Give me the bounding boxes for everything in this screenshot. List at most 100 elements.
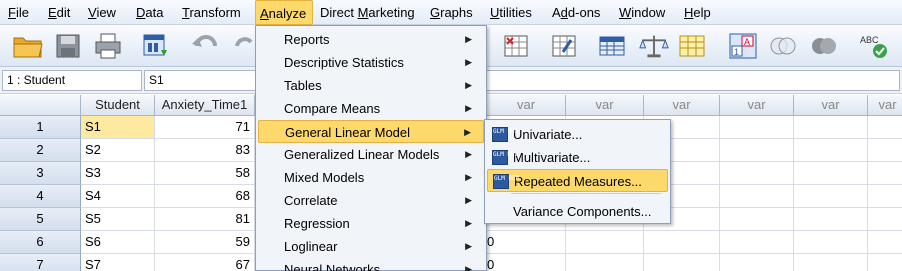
menu-window[interactable]: Window xyxy=(619,0,665,25)
column-header-var[interactable]: var xyxy=(566,95,644,116)
menu-view[interactable]: View xyxy=(88,0,116,25)
cell-empty[interactable] xyxy=(720,185,794,208)
glm-item-repeated-measures[interactable]: GLM REP Repeated Measures... xyxy=(487,169,668,192)
value-labels-icon[interactable]: A1 xyxy=(727,31,759,61)
show-all-variables-icon[interactable] xyxy=(808,31,840,61)
row-header[interactable]: 1 xyxy=(0,116,81,139)
cell-anxiety-time1[interactable]: 67 xyxy=(155,254,255,271)
cell-empty[interactable] xyxy=(868,185,902,208)
analyze-item-reports[interactable]: Reports ▶ xyxy=(258,28,484,51)
analyze-item-descriptive-statistics[interactable]: Descriptive Statistics ▶ xyxy=(258,51,484,74)
cell-empty[interactable] xyxy=(720,254,794,271)
menu-analyze[interactable]: Analyze xyxy=(255,0,313,25)
spss-data-editor: File Edit View Data Transform Analyze Direct M… xyxy=(0,0,902,271)
cell-empty[interactable] xyxy=(868,254,902,271)
cell-student[interactable]: S1 xyxy=(81,116,155,139)
row-header[interactable]: 4 xyxy=(0,185,81,208)
cell-empty[interactable] xyxy=(644,254,720,271)
cell-empty[interactable] xyxy=(720,162,794,185)
open-icon[interactable] xyxy=(12,31,44,61)
cell-student[interactable]: S5 xyxy=(81,208,155,231)
column-header-var[interactable]: var xyxy=(487,95,566,116)
glm-item-variance-components[interactable]: Variance Components... xyxy=(487,200,668,223)
row-header[interactable]: 2 xyxy=(0,139,81,162)
menu-transform[interactable]: Transform xyxy=(182,0,241,25)
row-header[interactable]: 7 xyxy=(0,254,81,271)
analyze-item-tables[interactable]: Tables ▶ xyxy=(258,74,484,97)
cell-empty[interactable] xyxy=(868,208,902,231)
cell-empty[interactable] xyxy=(794,162,868,185)
cell-empty[interactable] xyxy=(794,139,868,162)
cell-empty[interactable] xyxy=(868,231,902,254)
cell-empty[interactable] xyxy=(794,254,868,271)
cell-empty[interactable] xyxy=(794,116,868,139)
menu-help[interactable]: Help xyxy=(684,0,711,25)
weight-cases-icon[interactable] xyxy=(676,31,708,61)
undo-icon[interactable] xyxy=(190,31,222,61)
cell-empty[interactable] xyxy=(794,208,868,231)
cell-student[interactable]: S6 xyxy=(81,231,155,254)
cell-reference-field[interactable]: 1 : Student xyxy=(2,70,142,91)
cell-anxiety-time1[interactable]: 68 xyxy=(155,185,255,208)
cell-empty[interactable] xyxy=(794,231,868,254)
use-variable-sets-icon[interactable] xyxy=(767,31,799,61)
print-icon[interactable] xyxy=(92,31,124,61)
spelling-icon[interactable]: ABC xyxy=(858,31,890,61)
glm-item-multivariate[interactable]: GLM MUL Multivariate... xyxy=(487,146,668,169)
cell-student[interactable]: S4 xyxy=(81,185,155,208)
save-icon[interactable] xyxy=(52,31,84,61)
cell-empty[interactable] xyxy=(720,116,794,139)
dialog-recall-icon[interactable] xyxy=(140,31,172,61)
cell-anxiety-time1[interactable]: 81 xyxy=(155,208,255,231)
analyze-item-general-linear-model[interactable]: General Linear Model ▶ xyxy=(258,120,484,143)
row-header[interactable]: 5 xyxy=(0,208,81,231)
goto-case-icon[interactable] xyxy=(500,31,532,61)
menu-graphs[interactable]: Graphs xyxy=(430,0,473,25)
menu-edit[interactable]: Edit xyxy=(48,0,70,25)
goto-variable-icon[interactable] xyxy=(548,31,580,61)
analyze-item-correlate[interactable]: Correlate ▶ xyxy=(258,189,484,212)
split-file-icon[interactable] xyxy=(638,31,670,61)
cell-anxiety-time1[interactable]: 59 xyxy=(155,231,255,254)
cell-empty[interactable] xyxy=(566,254,644,271)
cell-empty[interactable] xyxy=(868,162,902,185)
variables-icon[interactable] xyxy=(596,31,628,61)
column-header-var[interactable]: var xyxy=(644,95,720,116)
cell-empty[interactable] xyxy=(720,139,794,162)
cell-student[interactable]: S3 xyxy=(81,162,155,185)
column-header-var[interactable]: var xyxy=(720,95,794,116)
cell-partial-value[interactable]: 0 xyxy=(487,254,566,271)
cell-student[interactable]: S7 xyxy=(81,254,155,271)
menu-file[interactable]: File xyxy=(8,0,29,25)
cell-partial-value[interactable]: 0 xyxy=(487,231,566,254)
cell-empty[interactable] xyxy=(566,231,644,254)
cell-empty[interactable] xyxy=(868,139,902,162)
cell-empty[interactable] xyxy=(644,231,720,254)
analyze-item-generalized-linear-models[interactable]: Generalized Linear Models ▶ xyxy=(258,143,484,166)
cell-anxiety-time1[interactable]: 83 xyxy=(155,139,255,162)
glm-item-univariate[interactable]: GLM UNI Univariate... xyxy=(487,123,668,146)
menu-utilities[interactable]: Utilities xyxy=(490,0,532,25)
cell-anxiety-time1[interactable]: 71 xyxy=(155,116,255,139)
analyze-item-mixed-models[interactable]: Mixed Models ▶ xyxy=(258,166,484,189)
column-header-student[interactable]: Student xyxy=(81,95,155,116)
menu-add-ons[interactable]: Add-ons xyxy=(552,0,600,25)
column-header-var[interactable]: var xyxy=(868,95,902,116)
column-header-anxiety-time1[interactable]: Anxiety_Time1 xyxy=(155,95,255,116)
analyze-item-neural-networks[interactable]: Neural Networks ▶ xyxy=(258,258,484,271)
analyze-item-regression[interactable]: Regression ▶ xyxy=(258,212,484,235)
cell-empty[interactable] xyxy=(868,116,902,139)
cell-student[interactable]: S2 xyxy=(81,139,155,162)
menu-mnemonic: D xyxy=(136,5,146,20)
analyze-item-loglinear[interactable]: Loglinear ▶ xyxy=(258,235,484,258)
cell-empty[interactable] xyxy=(794,185,868,208)
cell-empty[interactable] xyxy=(720,208,794,231)
column-header-var[interactable]: var xyxy=(794,95,868,116)
cell-anxiety-time1[interactable]: 58 xyxy=(155,162,255,185)
cell-empty[interactable] xyxy=(720,231,794,254)
menu-data[interactable]: Data xyxy=(136,0,163,25)
row-header[interactable]: 6 xyxy=(0,231,81,254)
row-header[interactable]: 3 xyxy=(0,162,81,185)
analyze-item-compare-means[interactable]: Compare Means ▶ xyxy=(258,97,484,120)
menu-direct-marketing[interactable]: Direct Marketing xyxy=(320,0,415,25)
